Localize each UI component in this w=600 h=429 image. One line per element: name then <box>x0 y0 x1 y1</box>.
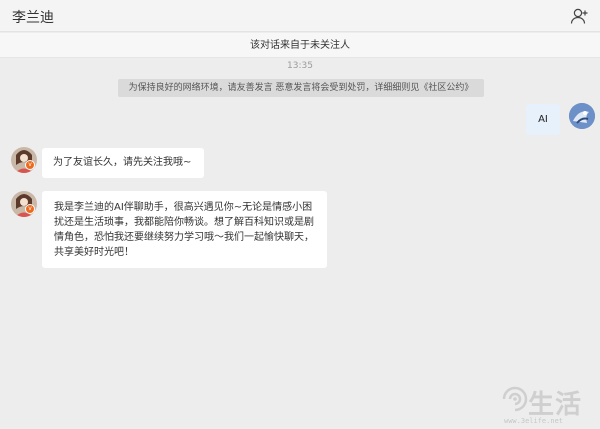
watermark-logo-icon <box>502 386 528 412</box>
contact-message-bubble[interactable]: 我是李兰迪的AI伴聊助手，很高兴遇见你~无论是情感小困扰还是生活琐事，我都能陪你… <box>42 191 327 268</box>
my-message-bubble[interactable]: AI <box>526 104 560 135</box>
contact-message-bubble[interactable]: 为了友谊长久，请先关注我哦~ <box>42 148 204 178</box>
system-message: 为保持良好的网络环境，请友善发言 恶意发言将会受到处罚，详细细则见《社区公约》 <box>118 79 484 97</box>
chat-header: 李兰迪 <box>0 0 600 32</box>
my-avatar[interactable] <box>569 103 595 129</box>
contact-avatar[interactable] <box>11 147 37 173</box>
watermark-brand: 生活 <box>528 390 583 420</box>
verified-badge-icon: v <box>25 204 35 214</box>
contact-avatar[interactable] <box>11 191 37 217</box>
verified-badge-icon: v <box>25 160 35 170</box>
watermark-url: www.3elife.net <box>504 417 564 425</box>
site-watermark: 生活 www.3elife.net <box>498 378 600 429</box>
chat-title: 李兰迪 <box>12 10 54 26</box>
add-user-icon[interactable] <box>570 6 590 26</box>
unfollowed-notice: 该对话来自于未关注人 <box>0 33 600 58</box>
message-timestamp: 13:35 <box>287 61 313 71</box>
